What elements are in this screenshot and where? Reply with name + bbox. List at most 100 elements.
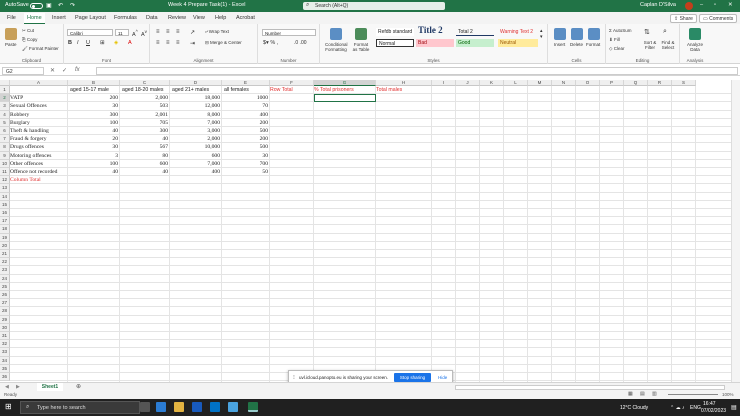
row-header[interactable]: 19 — [0, 233, 10, 242]
align-right-icon[interactable]: ≡ — [176, 40, 180, 46]
row-header[interactable]: 2 — [0, 94, 10, 103]
value-cell[interactable]: 705 — [120, 119, 170, 127]
value-cell[interactable]: 300 — [120, 127, 170, 135]
font-color-icon[interactable]: A — [128, 40, 132, 46]
row-header[interactable]: 7 — [0, 135, 10, 144]
header-cell-e[interactable]: all females — [224, 86, 249, 94]
row-header[interactable]: 29 — [0, 315, 10, 324]
number-format-select[interactable]: Number — [262, 29, 316, 36]
zoom-level[interactable]: 100% — [722, 392, 734, 397]
value-cell[interactable]: 2,001 — [120, 111, 170, 119]
row-header[interactable]: 11 — [0, 168, 10, 177]
word-icon[interactable] — [192, 402, 202, 412]
value-cell[interactable]: 500 — [222, 127, 270, 135]
align-bottom-icon[interactable]: ≡ — [176, 29, 180, 35]
cut-button[interactable]: ✂ Cut — [22, 28, 34, 34]
autosave-toggle[interactable] — [30, 3, 43, 9]
row-header[interactable]: 5 — [0, 118, 10, 127]
merge-center-button[interactable]: ⊟ Merge & Center — [205, 40, 242, 46]
selected-cell-g2[interactable] — [314, 94, 376, 103]
value-cell[interactable]: 8,000 — [170, 111, 222, 119]
row-header[interactable]: 18 — [0, 225, 10, 234]
column-header-s[interactable]: S — [672, 80, 696, 86]
clock-date[interactable]: 07/02/2023 — [701, 408, 726, 414]
row-header[interactable]: 34 — [0, 356, 10, 365]
tab-data[interactable]: Data — [146, 15, 158, 21]
save-icon[interactable]: ▣ — [46, 2, 52, 9]
worksheet-grid[interactable]: A B C D E F G H I J K L M N O P Q R S 1 2 3 4 5 6 7 8 9 10 11 12 13 14 15… — [0, 80, 731, 382]
enter-icon[interactable]: ✓ — [62, 67, 67, 74]
header-cell-c[interactable]: aged 18-20 males — [122, 86, 164, 94]
row-label-cell[interactable]: VATP — [10, 94, 68, 102]
value-cell[interactable]: 567 — [120, 143, 170, 151]
row-header[interactable]: 1 — [0, 86, 10, 95]
styles-scroll-icon[interactable]: ▴ ▾ — [540, 28, 543, 40]
align-middle-icon[interactable]: ≡ — [166, 29, 170, 35]
row-header[interactable]: 3 — [0, 102, 10, 111]
grip-icon[interactable]: ⁝ — [293, 374, 295, 381]
horizontal-scrollbar[interactable] — [455, 385, 725, 390]
column-header-k[interactable]: K — [480, 80, 504, 86]
minimize-icon[interactable]: – — [700, 2, 703, 8]
value-cell[interactable]: 30 — [68, 102, 120, 110]
format-table-icon[interactable] — [355, 28, 367, 40]
value-cell[interactable]: 70 — [222, 102, 270, 110]
find-select-label[interactable]: Find & Select — [660, 40, 676, 50]
style-normal[interactable]: Normal — [376, 39, 414, 47]
tab-home[interactable]: Home — [24, 13, 45, 24]
value-cell[interactable]: 40 — [68, 127, 120, 135]
row-label-cell[interactable]: Drugs offences — [10, 143, 68, 151]
sheet-next-icon[interactable]: ▶ — [16, 384, 20, 390]
share-button[interactable]: ⇪ Share — [670, 14, 697, 23]
row-label-cell[interactable]: Motoring offences — [10, 152, 68, 160]
column-header-r[interactable]: R — [648, 80, 672, 86]
hide-button[interactable]: Hide — [438, 375, 447, 380]
column-header-a[interactable]: A — [10, 80, 68, 86]
value-cell[interactable]: 40 — [120, 168, 170, 176]
font-shrink-icon[interactable]: Av — [141, 29, 147, 38]
close-icon[interactable]: ✕ — [728, 2, 733, 8]
formula-input[interactable] — [96, 67, 738, 75]
row-header[interactable]: 6 — [0, 127, 10, 136]
row-label-cell[interactable]: Robbery — [10, 111, 68, 119]
row-header[interactable]: 36 — [0, 373, 10, 382]
file-explorer-icon[interactable] — [174, 402, 184, 412]
value-cell[interactable]: 200 — [68, 94, 120, 102]
value-cell[interactable]: 18,000 — [170, 94, 222, 102]
row-label-cell[interactable]: Other offences — [10, 160, 68, 168]
row-header[interactable]: 23 — [0, 266, 10, 275]
column-header-j[interactable]: J — [456, 80, 480, 86]
column-header-p[interactable]: P — [600, 80, 624, 86]
underline-button[interactable]: U — [86, 40, 90, 46]
align-top-icon[interactable]: ≡ — [156, 29, 160, 35]
row-header[interactable]: 30 — [0, 323, 10, 332]
wrap-text-button[interactable]: ⤶ Wrap Text — [205, 29, 229, 34]
add-sheet-icon[interactable]: ⊕ — [76, 383, 81, 390]
column-header-n[interactable]: N — [552, 80, 576, 86]
value-cell[interactable]: 300 — [68, 111, 120, 119]
language-indicator[interactable]: ENG — [690, 405, 701, 411]
row-label-cell[interactable]: Sexual Offences — [10, 102, 68, 110]
header-cell-f[interactable]: Row Total — [270, 86, 314, 94]
style-title-2[interactable]: Title 2 — [416, 25, 454, 36]
comments-button[interactable]: ▭ Comments — [699, 14, 738, 23]
value-cell[interactable]: 3 — [68, 152, 120, 160]
row-header[interactable]: 33 — [0, 348, 10, 357]
format-table-label[interactable]: Format as Table — [352, 42, 370, 52]
value-cell[interactable]: 40 — [120, 135, 170, 143]
insert-function-icon[interactable]: fx — [75, 67, 80, 73]
row-header[interactable]: 32 — [0, 340, 10, 349]
row-header[interactable]: 21 — [0, 250, 10, 259]
tab-file[interactable]: File — [7, 15, 16, 21]
value-cell[interactable]: 500 — [222, 143, 270, 151]
value-cell[interactable]: 40 — [68, 168, 120, 176]
undo-icon[interactable]: ↶ — [58, 2, 63, 9]
row-header[interactable]: 35 — [0, 364, 10, 373]
value-cell[interactable]: 2,000 — [120, 94, 170, 102]
row-label-cell[interactable]: Column Total — [10, 176, 68, 184]
row-header[interactable]: 20 — [0, 241, 10, 250]
row-header[interactable]: 22 — [0, 258, 10, 267]
stop-sharing-button[interactable]: Stop sharing — [394, 373, 431, 382]
currency-icon[interactable]: $▾ % , — [263, 40, 278, 46]
row-header[interactable]: 27 — [0, 299, 10, 308]
